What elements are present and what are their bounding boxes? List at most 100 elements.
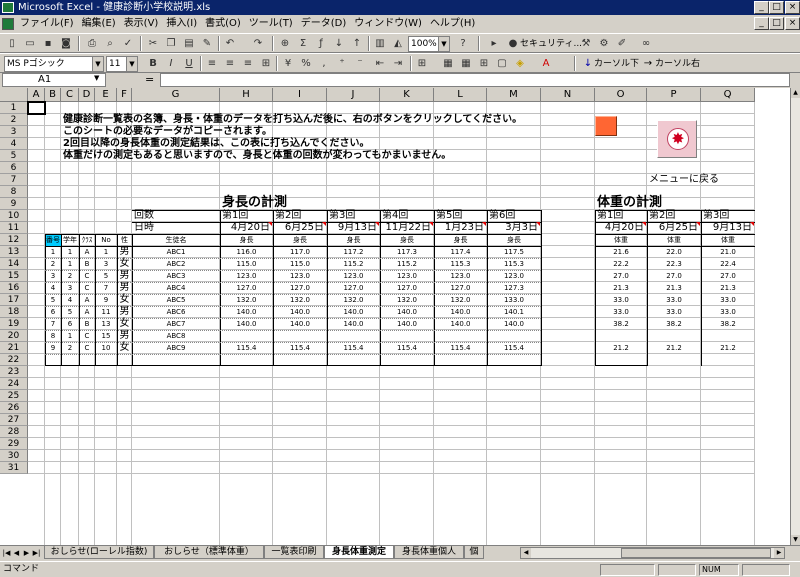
- row-header[interactable]: 27: [0, 414, 28, 426]
- column-header[interactable]: F: [117, 88, 132, 102]
- row-header[interactable]: 9: [0, 198, 28, 210]
- column-header[interactable]: M: [487, 88, 541, 102]
- record-icon[interactable]: ●: [505, 36, 521, 51]
- security-button[interactable]: セキュリティ...: [520, 37, 582, 51]
- glasses-icon[interactable]: ∞: [638, 36, 654, 51]
- copy-data-button[interactable]: [595, 116, 617, 136]
- formula-input[interactable]: [160, 73, 790, 87]
- font-size-select[interactable]: 11 ▼: [106, 56, 138, 72]
- doc-minimize-button[interactable]: _: [754, 17, 769, 30]
- active-cell-a1[interactable]: [27, 101, 46, 115]
- autosum-icon[interactable]: Σ: [295, 36, 311, 51]
- row-header[interactable]: 15: [0, 270, 28, 282]
- sort-asc-icon[interactable]: ↓: [331, 36, 347, 51]
- first-sheet-icon[interactable]: |◀: [2, 547, 11, 559]
- row-header[interactable]: 20: [0, 330, 28, 342]
- name-box[interactable]: A1: [2, 73, 106, 87]
- comma-icon[interactable]: ,: [316, 56, 332, 71]
- row-header[interactable]: 8: [0, 186, 28, 198]
- toolbox-icon[interactable]: ⚒: [578, 36, 594, 51]
- draw-border-icon[interactable]: ▦: [440, 56, 456, 71]
- merge-center-icon[interactable]: ⊞: [258, 56, 274, 71]
- tools-icon[interactable]: ⚙: [596, 36, 612, 51]
- hyperlink-icon[interactable]: ⊕: [277, 36, 293, 51]
- column-header[interactable]: N: [541, 88, 595, 102]
- permission-icon[interactable]: ◙: [58, 36, 74, 51]
- column-header[interactable]: G: [132, 88, 220, 102]
- sheet-tab[interactable]: 一覧表印刷: [264, 546, 324, 559]
- column-header[interactable]: C: [61, 88, 79, 102]
- fill-color-icon[interactable]: ◈: [512, 56, 528, 71]
- paste-icon[interactable]: ▤: [181, 36, 197, 51]
- row-header[interactable]: 12: [0, 234, 28, 246]
- row-header[interactable]: 28: [0, 426, 28, 438]
- decrease-indent-icon[interactable]: ⇤: [372, 56, 388, 71]
- sort-desc-icon[interactable]: ↑: [349, 36, 365, 51]
- column-header[interactable]: H: [220, 88, 273, 102]
- workbook-icon[interactable]: [2, 18, 14, 30]
- increase-indent-icon[interactable]: ⇥: [390, 56, 406, 71]
- run-icon[interactable]: ▸: [486, 36, 502, 51]
- align-center-icon[interactable]: ≡: [222, 56, 238, 71]
- row-header[interactable]: 4: [0, 138, 28, 150]
- decrease-decimal-icon[interactable]: ⁻: [352, 56, 368, 71]
- design-mode-icon[interactable]: ✐: [614, 36, 630, 51]
- borders-icon[interactable]: ⊞: [414, 56, 430, 71]
- row-header[interactable]: 1: [0, 102, 28, 114]
- column-header[interactable]: I: [273, 88, 327, 102]
- row-header[interactable]: 2: [0, 114, 28, 126]
- underline-button[interactable]: U: [181, 56, 197, 71]
- italic-button[interactable]: I: [163, 56, 179, 71]
- bold-button[interactable]: B: [145, 56, 161, 71]
- column-header[interactable]: B: [45, 88, 61, 102]
- help-icon[interactable]: ?: [455, 36, 471, 51]
- row-header[interactable]: 29: [0, 438, 28, 450]
- sheet-tab[interactable]: 身長体重個人: [394, 546, 464, 559]
- row-header[interactable]: 26: [0, 402, 28, 414]
- minimize-button[interactable]: _: [754, 1, 769, 14]
- column-header[interactable]: D: [79, 88, 95, 102]
- cursor-right-button[interactable]: カーソル右: [655, 57, 700, 71]
- scroll-left-icon[interactable]: ◀: [521, 548, 531, 558]
- last-sheet-icon[interactable]: ▶|: [32, 547, 41, 559]
- column-header[interactable]: K: [380, 88, 434, 102]
- border-grid-icon[interactable]: ▦: [458, 56, 474, 71]
- horizontal-scrollbar[interactable]: ◀ ▶: [520, 547, 785, 559]
- scroll-down-icon[interactable]: ▼: [791, 535, 800, 545]
- row-header[interactable]: 17: [0, 294, 28, 306]
- column-header[interactable]: O: [595, 88, 647, 102]
- row-header[interactable]: 19: [0, 318, 28, 330]
- row-header[interactable]: 11: [0, 222, 28, 234]
- row-header[interactable]: 16: [0, 282, 28, 294]
- vertical-scrollbar[interactable]: ▲ ▼: [790, 88, 800, 545]
- menu-item[interactable]: ウィンドウ(W): [350, 15, 426, 32]
- menu-item[interactable]: ツール(T): [245, 15, 297, 32]
- cursor-down-button[interactable]: カーソル下: [594, 57, 639, 71]
- menu-item[interactable]: 挿入(I): [162, 15, 201, 32]
- worksheet-grid[interactable]: A B C D E F G H I J K L M N O P Q 1 2 3 4 5 6 7 8 9 10 11 12 13 14 15 16…: [0, 88, 790, 545]
- cut-icon[interactable]: ✂: [145, 36, 161, 51]
- menu-return-button[interactable]: ✸: [657, 120, 697, 158]
- row-header[interactable]: 23: [0, 366, 28, 378]
- print-preview-icon[interactable]: ⌕: [102, 36, 118, 51]
- row-header[interactable]: 25: [0, 390, 28, 402]
- function-icon[interactable]: ƒ: [313, 36, 329, 51]
- increase-decimal-icon[interactable]: ⁺: [334, 56, 350, 71]
- next-sheet-icon[interactable]: ▶: [22, 547, 31, 559]
- column-header[interactable]: P: [647, 88, 701, 102]
- sheet-tab[interactable]: 身長体重測定: [324, 546, 394, 559]
- copy-icon[interactable]: ❐: [163, 36, 179, 51]
- border-outline-icon[interactable]: ▢: [494, 56, 510, 71]
- row-header[interactable]: 5: [0, 150, 28, 162]
- align-right-icon[interactable]: ≡: [240, 56, 256, 71]
- row-header[interactable]: 14: [0, 258, 28, 270]
- row-header[interactable]: 18: [0, 306, 28, 318]
- format-painter-icon[interactable]: ✎: [199, 36, 215, 51]
- doc-close-button[interactable]: ×: [785, 17, 800, 30]
- horizontal-scroll-thumb[interactable]: [621, 548, 771, 558]
- row-header[interactable]: 21: [0, 342, 28, 354]
- menu-item[interactable]: 表示(V): [120, 15, 163, 32]
- redo-icon[interactable]: ↷: [250, 36, 266, 51]
- spelling-icon[interactable]: ✓: [120, 36, 136, 51]
- prev-sheet-icon[interactable]: ◀: [12, 547, 21, 559]
